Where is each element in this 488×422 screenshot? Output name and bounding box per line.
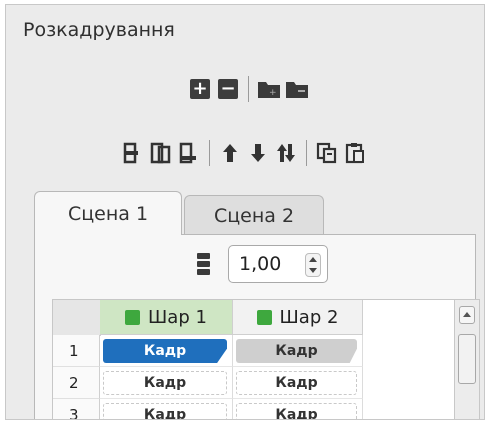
- frame-cell[interactable]: Кадр: [100, 335, 233, 367]
- remove-folder-icon[interactable]: [285, 77, 309, 101]
- add-layer-icon[interactable]: +: [188, 77, 212, 101]
- layer-color-swatch: [125, 309, 141, 325]
- row-number: 1: [53, 335, 100, 367]
- copy-icon[interactable]: [315, 141, 339, 165]
- scroll-up-icon[interactable]: [459, 306, 475, 324]
- frame-item[interactable]: Кадр: [236, 403, 357, 419]
- frames-stack-icon: [197, 253, 210, 281]
- timeline-grid: Шар 1 Шар 2 1 Кадр Кадр 2 Кадр Кадр 3 Ка…: [52, 299, 480, 419]
- spin-up-icon[interactable]: [309, 257, 317, 262]
- layer-toolbar: + − +: [186, 73, 311, 105]
- layer-header-1[interactable]: Шар 1: [100, 300, 233, 335]
- svg-text:+: +: [269, 88, 277, 98]
- frame-cell[interactable]: Кадр: [233, 367, 363, 399]
- move-down-icon[interactable]: [246, 141, 270, 165]
- layer-name: Шар 1: [148, 306, 207, 328]
- frame-item[interactable]: Кадр: [103, 371, 227, 395]
- fps-spinbox[interactable]: 1,00: [228, 245, 328, 283]
- frame-item[interactable]: Кадр: [236, 339, 357, 363]
- insert-frame-before-icon[interactable]: [121, 141, 145, 165]
- fps-value: 1,00: [239, 253, 282, 275]
- row-number: 2: [53, 367, 100, 399]
- frame-cell[interactable]: Кадр: [100, 367, 233, 399]
- grid-corner: [53, 300, 101, 336]
- frame-cell[interactable]: Кадр: [233, 399, 363, 419]
- frame-item[interactable]: Кадр: [103, 403, 227, 419]
- toolbar-separator: [248, 76, 249, 102]
- spin-down-icon[interactable]: [309, 268, 317, 273]
- tab-scene-2[interactable]: Сцена 2: [184, 195, 324, 235]
- insert-frame-after-icon[interactable]: [177, 141, 201, 165]
- toolbar-separator: [209, 140, 210, 166]
- frame-cell[interactable]: Кадр: [100, 399, 233, 419]
- frame-item-selected[interactable]: Кадр: [103, 339, 227, 363]
- move-up-icon[interactable]: [218, 141, 242, 165]
- duplicate-frame-icon[interactable]: [149, 141, 173, 165]
- frame-item[interactable]: Кадр: [236, 371, 357, 395]
- paste-icon[interactable]: [343, 141, 367, 165]
- toolbar-separator: [306, 140, 307, 166]
- tab-scene-1[interactable]: Сцена 1: [34, 191, 182, 235]
- frame-toolbar: [119, 137, 369, 169]
- add-folder-icon[interactable]: +: [257, 77, 281, 101]
- panel-title: Розкадрування: [23, 19, 175, 41]
- scrollbar-thumb[interactable]: [458, 334, 476, 384]
- layer-name: Шар 2: [279, 306, 339, 328]
- swap-icon[interactable]: [274, 141, 298, 165]
- storyboard-panel: Розкадрування + − + Сцена 2 Сцена 1 1,00…: [5, 4, 485, 420]
- vertical-scrollbar[interactable]: [454, 300, 479, 419]
- frame-cell[interactable]: Кадр: [233, 335, 363, 367]
- remove-layer-icon[interactable]: −: [216, 77, 240, 101]
- layer-color-swatch: [256, 309, 272, 325]
- layer-header-2[interactable]: Шар 2: [233, 300, 363, 335]
- row-number: 3: [53, 399, 100, 419]
- spin-arrows[interactable]: [305, 253, 321, 277]
